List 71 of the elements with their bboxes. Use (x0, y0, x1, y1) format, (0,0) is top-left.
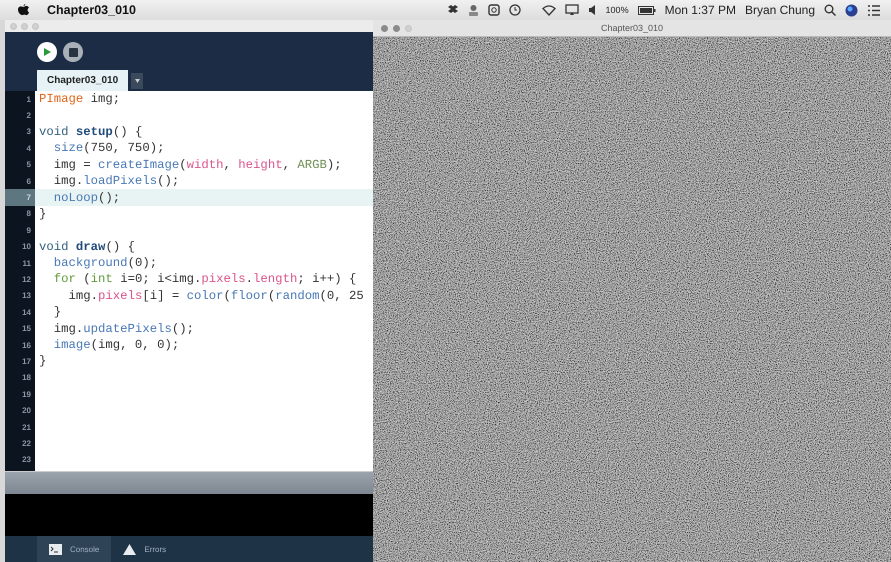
app-name[interactable]: Chapter03_010 (47, 3, 136, 17)
code-text: } (52, 305, 62, 320)
close-dot[interactable] (381, 24, 388, 32)
line-number: 11 (22, 258, 32, 270)
warning-icon (123, 544, 136, 554)
line-number: 23 (21, 454, 32, 466)
code-text: img = createImage(width, height, ARGB); (52, 158, 342, 172)
line-number: 19 (21, 388, 32, 401)
code-text: } (38, 354, 46, 368)
user-name[interactable]: Bryan Chung (744, 3, 815, 17)
apple-icon[interactable] (18, 4, 29, 16)
display-icon[interactable] (564, 4, 579, 16)
zoom-dot[interactable] (405, 24, 412, 32)
line-number: 12 (21, 274, 32, 286)
line-number: 8 (26, 208, 32, 220)
play-icon (42, 47, 52, 57)
window-title: Chapter03_010 (600, 23, 664, 33)
search-icon[interactable] (824, 4, 836, 16)
line-number: 21 (21, 422, 32, 434)
stop-button[interactable] (63, 42, 83, 62)
line-number: 14 (21, 306, 32, 319)
code-text: for (int i=0; i<img.pixels.length; i++) { (52, 272, 356, 286)
errors-tab[interactable]: Errors (111, 536, 178, 562)
code-editor[interactable] (5, 91, 373, 471)
code-text: } (38, 206, 46, 221)
line-number: 15 (21, 323, 32, 336)
terminal-icon (49, 544, 62, 554)
code-text: void setup() { (38, 124, 142, 139)
zoom-dot[interactable] (32, 22, 39, 30)
code-text: img.updatePixels(); (52, 322, 194, 336)
minimize-dot[interactable] (21, 22, 28, 30)
line-number: 2 (26, 110, 32, 122)
line-number: 1 (26, 94, 32, 106)
line-number: 13 (21, 290, 32, 302)
menu-clock[interactable]: Mon 1:37 PM (664, 3, 736, 17)
code-text: background(0); (52, 256, 158, 270)
code-text: PImage img; (38, 92, 120, 106)
battery-percent: 100% (606, 5, 629, 15)
line-number: 5 (26, 159, 32, 172)
line-number: 16 (21, 340, 32, 352)
line-number: 3 (26, 126, 32, 138)
close-dot[interactable] (10, 22, 17, 30)
code-text: img.pixels[i] = color(floor(random(0, 25 (68, 288, 364, 303)
battery-icon[interactable] (638, 6, 656, 14)
line-number: 10 (21, 241, 32, 254)
tab-menu-button[interactable] (131, 73, 144, 89)
line-number: 18 (21, 372, 32, 384)
person-icon[interactable] (468, 4, 479, 16)
code-text: void draw() { (38, 240, 135, 254)
line-number: 22 (21, 438, 32, 450)
line-number: 4 (26, 142, 32, 155)
clock-icon[interactable] (508, 4, 521, 16)
run-button[interactable] (37, 42, 57, 62)
caret-icon (134, 79, 140, 83)
code-text: noLoop(); (52, 190, 120, 205)
orb-icon[interactable] (845, 4, 858, 16)
list-icon[interactable] (867, 4, 881, 16)
minimize-dot[interactable] (393, 24, 400, 32)
editor-tab[interactable]: Chapter03_010 (37, 70, 128, 91)
wifi-icon[interactable] (542, 4, 556, 16)
line-number: 20 (21, 405, 32, 418)
code-text: img.loadPixels(); (52, 174, 180, 188)
code-text: image(img, 0, 0); (52, 338, 180, 352)
stop-icon (68, 48, 78, 56)
line-number: 17 (21, 356, 32, 368)
line-number: 7 (5, 189, 35, 206)
code-text: size(750, 750); (52, 141, 164, 156)
line-number: 9 (26, 224, 32, 237)
speaker-icon[interactable] (588, 5, 597, 15)
console-tab[interactable]: Console (37, 536, 112, 562)
line-number: 6 (26, 176, 32, 188)
